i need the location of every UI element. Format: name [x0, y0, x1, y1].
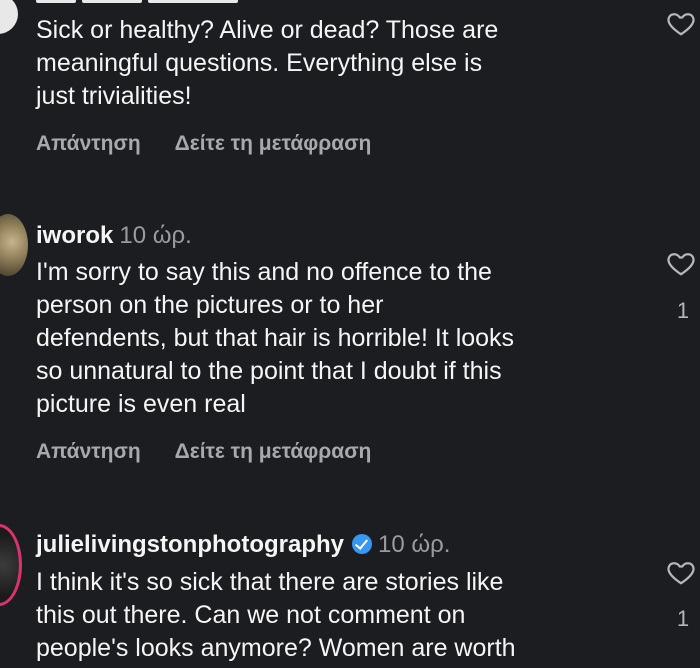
- comment-line: Sick or healthy? Alive or dead? Those ar…: [36, 16, 499, 44]
- timestamp: 10 ώρ.: [119, 222, 192, 249]
- comment-line: so unnatural to the point that I doubt i…: [36, 357, 502, 385]
- reply-button[interactable]: Απάντηση: [36, 132, 141, 155]
- comment-text: Sick or healthy? Alive or dead? Those ar…: [36, 14, 636, 113]
- see-translation-button[interactable]: Δείτε τη μετάφραση: [175, 440, 372, 463]
- comment-line: people's looks anymore? Women are worth: [36, 634, 516, 662]
- reply-button[interactable]: Απάντηση: [36, 440, 141, 463]
- comment-line: meaningful questions. Everything else is: [36, 49, 483, 77]
- comment-line: picture is even real: [36, 390, 246, 418]
- comment-line: I think it's so sick that there are stor…: [36, 568, 504, 596]
- timestamp: 10 ώρ.: [378, 531, 451, 558]
- comment-line: I'm sorry to say this and no offence to …: [36, 258, 492, 286]
- heart-outline-icon[interactable]: [665, 557, 697, 587]
- avatar[interactable]: [0, 524, 22, 606]
- username-partial: [36, 0, 286, 3]
- comment-line: this out there. Can we not comment on: [36, 601, 466, 629]
- username[interactable]: julielivingstonphotography: [36, 531, 344, 558]
- heart-outline-icon[interactable]: [665, 248, 697, 278]
- avatar[interactable]: [0, 214, 28, 276]
- heart-outline-icon[interactable]: [665, 8, 697, 38]
- like-count: 1: [676, 298, 690, 323]
- comment-actions: Απάντηση Δείτε τη μετάφραση: [36, 440, 405, 464]
- comment-text: I'm sorry to say this and no offence to …: [36, 256, 636, 421]
- comment-line: defendents, but that hair is horrible! I…: [36, 324, 515, 352]
- see-translation-button[interactable]: Δείτε τη μετάφραση: [175, 132, 372, 155]
- avatar[interactable]: [0, 0, 18, 34]
- comment-line: just trivialities!: [36, 82, 192, 110]
- comment-header: julielivingstonphotography 10 ώρ.: [36, 531, 450, 559]
- verified-badge-icon: [352, 534, 372, 554]
- comment-actions: Απάντηση Δείτε τη μετάφραση: [36, 132, 405, 156]
- comment-header: iworok 10 ώρ.: [36, 222, 192, 250]
- like-count: 1: [676, 606, 690, 631]
- username[interactable]: iworok: [36, 222, 113, 249]
- comment-text: I think it's so sick that there are stor…: [36, 566, 636, 665]
- comment-line: person on the pictures or to her: [36, 291, 384, 319]
